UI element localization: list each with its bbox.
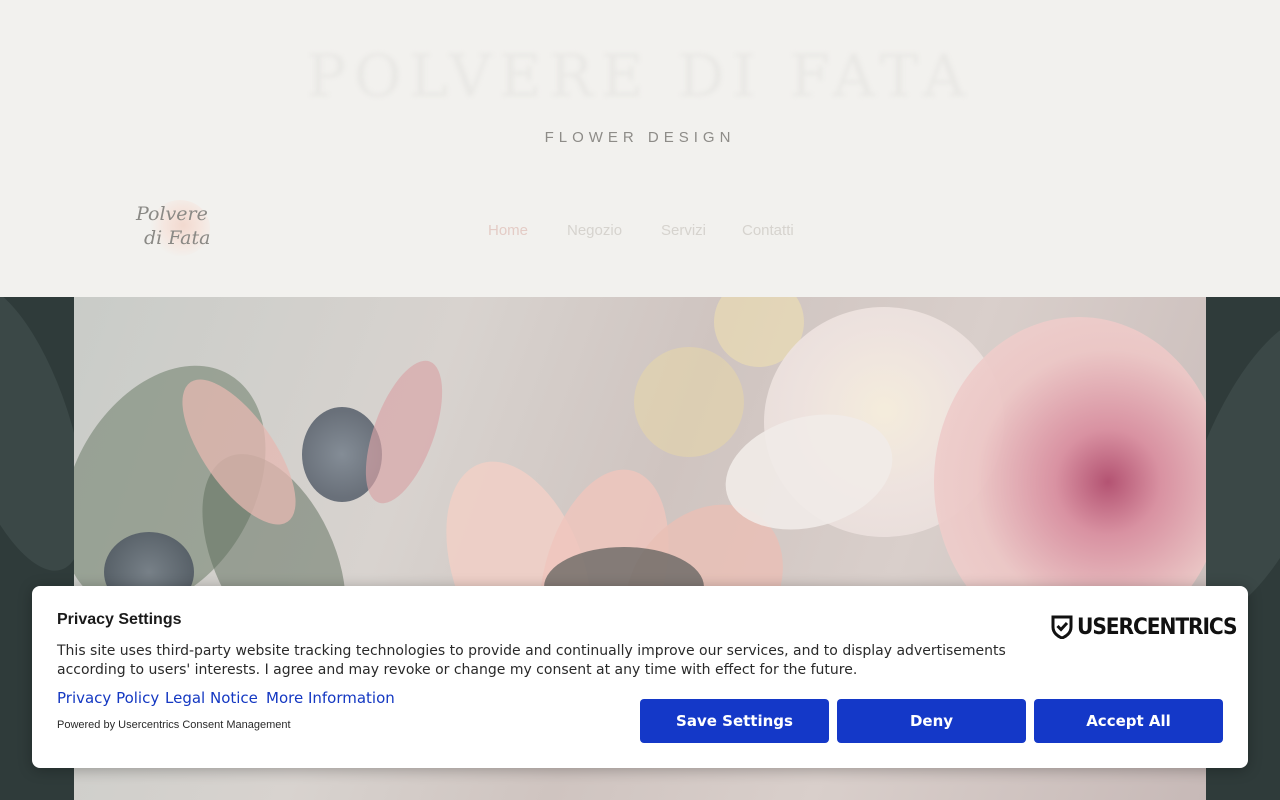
powered-by-text: Powered by Usercentrics Consent Manageme… — [57, 719, 291, 731]
main-navigation: Home Negozio Servizi Contatti — [0, 222, 1280, 242]
site-header: POLVERE DI FATA FLOWER DESIGN Polvere di… — [0, 0, 1280, 297]
yellow-flower — [634, 347, 744, 457]
nav-item-servizi[interactable]: Servizi — [661, 222, 706, 239]
consent-banner: Privacy Settings This site uses third-pa… — [32, 586, 1248, 768]
shield-check-icon — [1051, 615, 1073, 639]
more-information-link[interactable]: More Information — [266, 689, 395, 707]
privacy-policy-link[interactable]: Privacy Policy — [57, 689, 159, 707]
usercentrics-wordmark: USERCENTRICS — [1077, 614, 1238, 640]
nav-item-contatti[interactable]: Contatti — [742, 222, 794, 239]
consent-description: This site uses third-party website track… — [57, 643, 1006, 678]
nav-item-home[interactable]: Home — [488, 222, 528, 239]
site-title: POLVERE DI FATA — [306, 42, 974, 110]
deny-button[interactable]: Deny — [837, 699, 1026, 743]
nav-item-negozio[interactable]: Negozio — [567, 222, 622, 239]
consent-title: Privacy Settings — [57, 611, 182, 628]
usercentrics-logo: USERCENTRICS — [1051, 614, 1250, 640]
legal-notice-link[interactable]: Legal Notice — [165, 689, 258, 707]
accept-all-button[interactable]: Accept All — [1034, 699, 1223, 743]
site-subtitle: FLOWER DESIGN — [544, 129, 736, 146]
save-settings-button[interactable]: Save Settings — [640, 699, 829, 743]
